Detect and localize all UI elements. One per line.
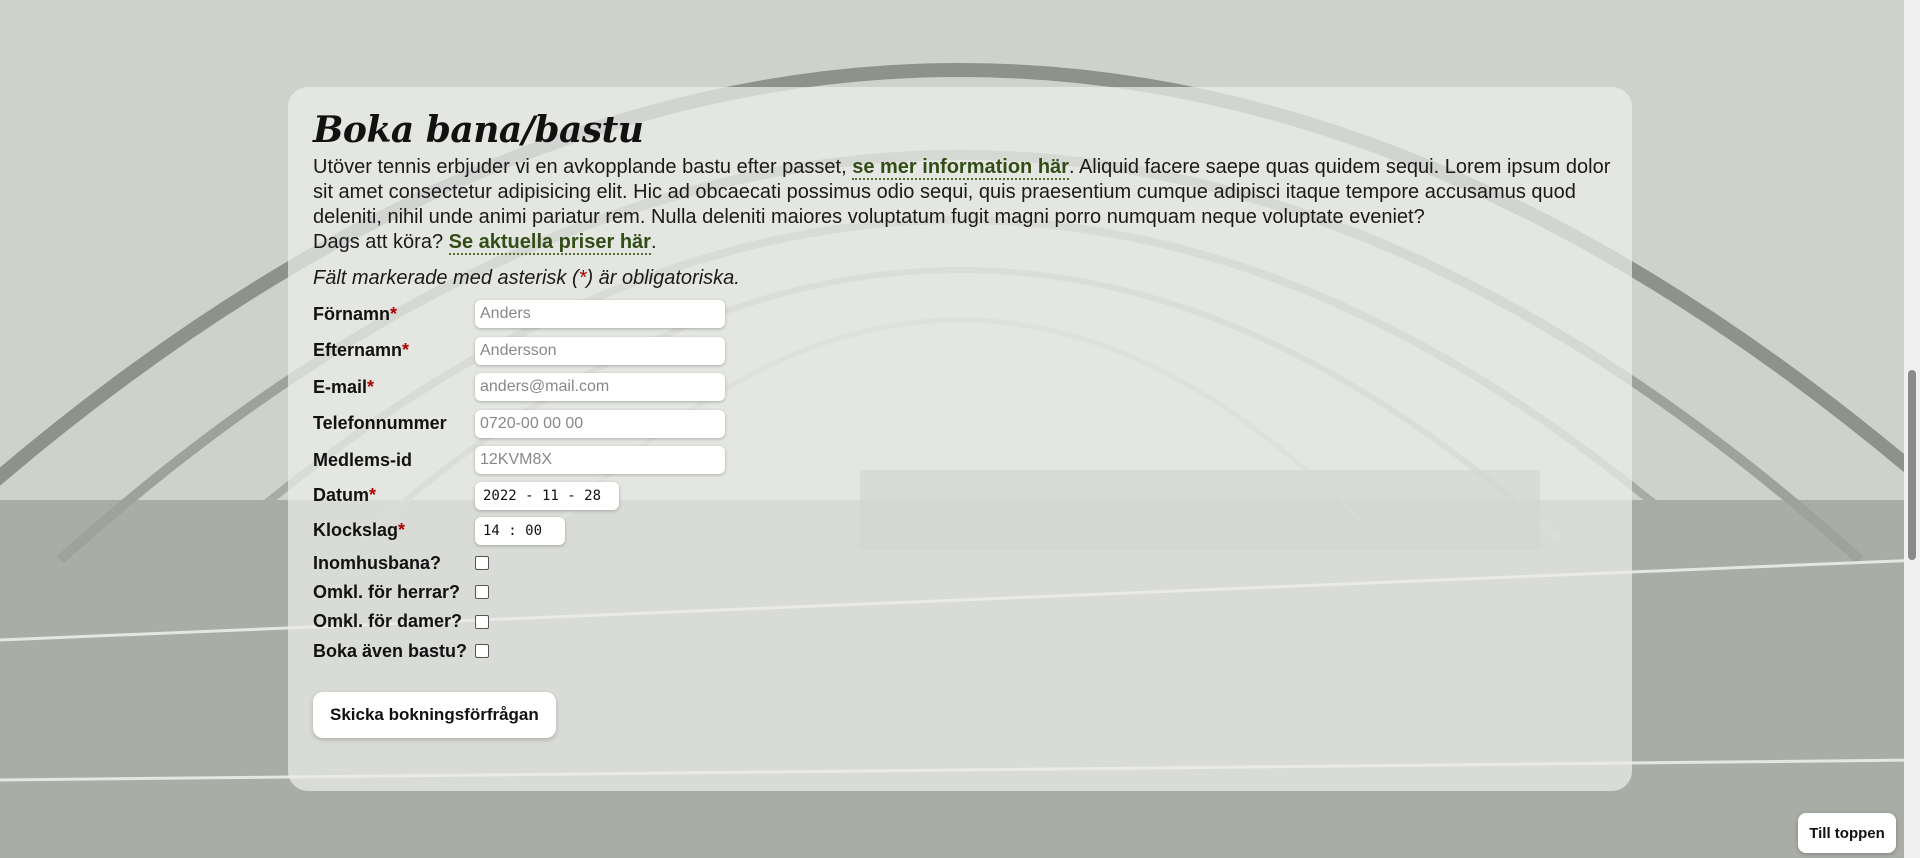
email-label: E-mail* [313,376,375,397]
date-row: Datum* 2022 - 11 - 28 [313,479,1607,513]
email-row: E-mail* [313,369,1607,406]
womens-changing-checkbox[interactable] [475,614,489,629]
back-to-top-button[interactable]: Till toppen [1798,813,1896,853]
submit-button[interactable]: Skicka bokningsförfrågan [313,691,556,738]
mens-changing-row: Omkl. för herrar? [313,578,1607,607]
first-name-input[interactable] [475,300,725,329]
required-note-end: ) är obligatoriska. [586,267,740,289]
phone-input[interactable] [475,409,725,438]
indoor-label: Inomhusbana? [313,552,442,573]
first-name-label: Förnamn* [313,303,398,324]
last-name-input[interactable] [475,336,725,365]
indoor-checkbox[interactable] [475,556,489,571]
member-id-row: Medlems-id [313,442,1607,479]
first-name-row: Förnamn* [313,296,1607,333]
booking-card: Boka bana/bastu Utöver tennis erbjuder v… [288,87,1632,791]
phone-row: Telefonnummer [313,406,1607,443]
sauna-info-link[interactable]: se mer information här [852,156,1069,180]
scrollbar[interactable] [1904,0,1920,858]
scrollbar-thumb[interactable] [1908,370,1916,560]
mens-changing-label: Omkl. för herrar? [313,581,461,602]
sauna-label: Boka även bastu? [313,640,468,661]
date-input[interactable]: 2022 - 11 - 28 [475,481,619,510]
indoor-row: Inomhusbana? [313,549,1607,578]
time-label: Klockslag* [313,520,406,540]
intro-paragraph: Utöver tennis erbjuder vi en avkopplande… [313,155,1613,230]
last-name-row: Efternamn* [313,333,1607,370]
last-name-label: Efternamn* [313,340,410,361]
mens-changing-checkbox[interactable] [475,585,489,600]
member-id-label: Medlems-id [313,449,413,470]
phone-label: Telefonnummer [313,413,447,434]
required-note: Fält markerade med asterisk (*) är oblig… [313,267,1607,290]
prices-end: . [650,231,657,253]
intro-text: Utöver tennis erbjuder vi en avkopplande… [313,156,853,178]
womens-changing-label: Omkl. för damer? [313,611,463,632]
sauna-row: Boka även bastu? [313,636,1607,665]
time-row: Klockslag* 14 : 00 [313,513,1607,549]
sauna-checkbox[interactable] [475,644,489,659]
prices-text: Dags att köra? [313,231,449,253]
prices-link[interactable]: Se aktuella priser här [448,231,651,255]
member-id-input[interactable] [475,446,725,475]
page-title: Boka bana/bastu [313,109,644,151]
booking-form: Förnamn* Efternamn* E-mail* Telefonnumme… [313,296,1607,738]
prices-line: Dags att köra? Se aktuella priser här. [313,230,1607,255]
email-input[interactable] [475,373,725,402]
womens-changing-row: Omkl. för damer? [313,607,1607,636]
required-note-text: Fält markerade med asterisk ( [313,267,579,289]
time-input[interactable]: 14 : 00 [475,516,565,545]
date-label: Datum* [313,485,377,505]
